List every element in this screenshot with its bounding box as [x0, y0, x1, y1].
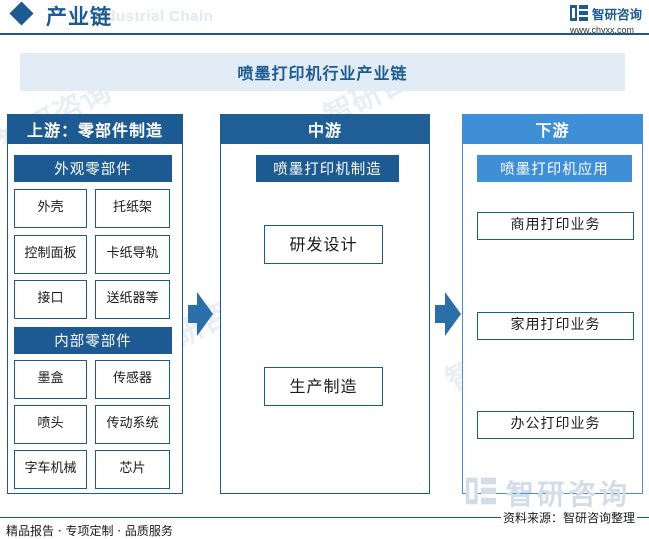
- upstream-heading: 上游：零部件制造: [7, 114, 183, 144]
- part-box: 送纸器等: [95, 280, 170, 319]
- downstream-item-box: 家用打印业务: [477, 312, 634, 340]
- diagram-title: 喷墨打印机行业产业链: [237, 64, 408, 83]
- header-divider: [0, 33, 649, 35]
- brand-logo-icon: [570, 5, 588, 21]
- midstream-heading: 中游: [220, 114, 430, 144]
- external-parts-label: 外观零部件: [14, 155, 172, 182]
- part-box: 托纸架: [95, 189, 170, 228]
- part-box: 卡纸导轨: [95, 235, 170, 274]
- downstream-column: 下游 喷墨打印机应用 商用打印业务 家用打印业务 办公打印业务: [462, 114, 643, 494]
- part-box: 芯片: [95, 450, 170, 489]
- brand-name: 智研咨询: [592, 7, 643, 22]
- diagram-title-band: 喷墨打印机行业产业链: [20, 53, 625, 91]
- part-box: 接口: [14, 280, 87, 319]
- midstream-item-box: 生产制造: [264, 367, 383, 406]
- downstream-item-box: 商用打印业务: [477, 212, 634, 240]
- midstream-item-box: 研发设计: [264, 225, 383, 264]
- source-note: 资料来源：智研咨询整理: [501, 509, 638, 526]
- downstream-section-label: 喷墨打印机应用: [477, 155, 632, 182]
- part-box: 喷头: [14, 405, 87, 444]
- midstream-column: 中游 喷墨打印机制造 研发设计 生产制造: [220, 114, 430, 494]
- page-title: 产业链: [46, 5, 112, 29]
- part-box: 外壳: [14, 189, 87, 228]
- watermark-logo-text: 智研咨询: [506, 478, 631, 511]
- part-box: 墨盒: [14, 360, 87, 399]
- watermark-logo-icon: [466, 477, 496, 505]
- part-box: 控制面板: [14, 235, 87, 274]
- part-box: 字车机械: [14, 450, 87, 489]
- downstream-heading: 下游: [462, 114, 643, 144]
- internal-parts-label: 内部零部件: [14, 327, 172, 354]
- downstream-item-box: 办公打印业务: [477, 411, 634, 439]
- upstream-column: 上游：零部件制造 外观零部件 外壳 托纸架 控制面板 卡纸导轨 接口 送纸器等 …: [7, 114, 183, 494]
- part-box: 传感器: [95, 360, 170, 399]
- part-box: 传动系统: [95, 405, 170, 444]
- diamond-icon: [9, 1, 34, 26]
- page-header: Industrial Chain 产业链 智研咨询 www.chyxx.com: [0, 0, 649, 35]
- midstream-section-label: 喷墨打印机制造: [256, 155, 399, 182]
- footer-tagline: 精品报告 · 专项定制 · 品质服务: [6, 524, 173, 538]
